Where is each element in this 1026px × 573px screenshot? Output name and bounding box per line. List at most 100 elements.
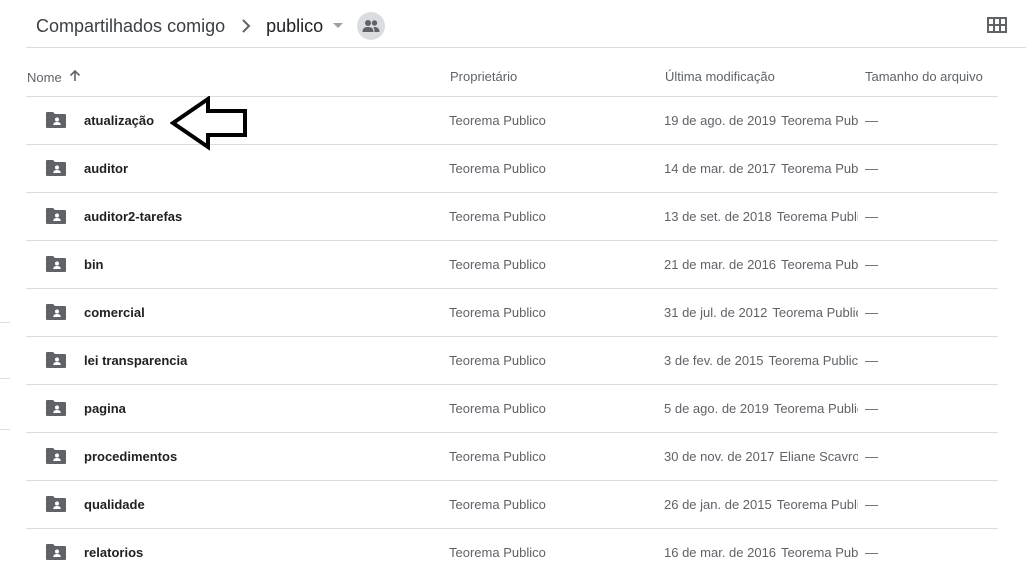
folder-size: — xyxy=(865,449,878,464)
folder-owner: Teorema Publico xyxy=(449,257,546,272)
column-header-size[interactable]: Tamanho do arquivo xyxy=(865,48,983,96)
column-header-modified[interactable]: Última modificação xyxy=(665,48,775,96)
folder-modified: 31 de jul. de 2012 Teorema Publico xyxy=(664,289,858,337)
breadcrumb-parent[interactable]: Compartilhados comigo xyxy=(36,12,225,40)
column-header-name[interactable]: Nome xyxy=(27,48,82,96)
modified-date: 14 de mar. de 2017 xyxy=(664,161,777,176)
shared-folder-icon xyxy=(45,255,67,273)
folder-modified: 21 de mar. de 2016 Teorema Publico xyxy=(664,241,858,289)
table-row[interactable]: auditor2-tarefas Teorema Publico 13 de s… xyxy=(26,193,998,241)
folder-name: auditor xyxy=(84,161,129,176)
modified-date: 31 de jul. de 2012 xyxy=(664,305,768,320)
table-row[interactable]: pagina Teorema Publico 5 de ago. de 2019… xyxy=(26,385,998,433)
folder-size: — xyxy=(865,257,878,272)
folder-name: auditor2-tarefas xyxy=(84,209,183,224)
toolbar: Compartilhados comigo publico xyxy=(26,0,1026,48)
breadcrumb-current[interactable]: publico xyxy=(266,12,323,40)
folder-owner: Teorema Publico xyxy=(449,353,546,368)
drive-page: Compartilhados comigo publico Nome Propr… xyxy=(0,0,1026,573)
shared-folder-icon xyxy=(45,111,67,129)
folder-size: — xyxy=(865,209,878,224)
column-header-name-label: Nome xyxy=(27,69,62,85)
folder-size: — xyxy=(865,305,878,320)
folder-size: — xyxy=(865,161,878,176)
table-row[interactable]: bin Teorema Publico 21 de mar. de 2016 Te… xyxy=(26,241,998,289)
table-row[interactable]: lei transparencia Teorema Publico 3 de f… xyxy=(26,337,998,385)
people-icon[interactable] xyxy=(357,12,386,40)
modified-date: 3 de fev. de 2015 xyxy=(664,353,764,368)
folder-owner: Teorema Publico xyxy=(449,209,546,224)
modified-date: 16 de mar. de 2016 xyxy=(664,545,777,560)
folder-size: — xyxy=(865,401,878,416)
shared-folder-icon xyxy=(45,159,67,177)
folder-name: lei transparencia xyxy=(84,353,188,368)
modified-date: 30 de nov. de 2017 xyxy=(664,449,775,464)
modified-by: Teorema Publico xyxy=(772,305,858,320)
folder-name: pagina xyxy=(84,401,126,416)
shared-folder-icon xyxy=(45,447,67,465)
grid-view-icon[interactable] xyxy=(986,14,1008,36)
shared-folder-icon xyxy=(45,351,67,369)
sidebar-divider xyxy=(0,429,10,430)
file-list: atualização Teorema Publico 19 de ago. d… xyxy=(26,97,998,573)
folder-size: — xyxy=(865,353,878,368)
file-list-header: Nome Proprietário Última modificação Tam… xyxy=(26,48,998,97)
sidebar-edge xyxy=(0,0,26,573)
modified-date: 21 de mar. de 2016 xyxy=(664,257,777,272)
folder-name: relatorios xyxy=(84,545,144,560)
modified-by: Teorema Publico xyxy=(776,209,858,224)
modified-by: Teorema Publico xyxy=(781,257,858,272)
modified-date: 26 de jan. de 2015 xyxy=(664,497,772,512)
folder-modified: 5 de ago. de 2019 Teorema Publico xyxy=(664,385,858,433)
table-row[interactable]: procedimentos Teorema Publico 30 de nov.… xyxy=(26,433,998,481)
folder-modified: 19 de ago. de 2019 Teorema Publico xyxy=(664,97,858,145)
folder-modified: 3 de fev. de 2015 Teorema Publico xyxy=(664,337,858,385)
modified-date: 19 de ago. de 2019 xyxy=(664,113,777,128)
table-row[interactable]: relatorios Teorema Publico 16 de mar. de… xyxy=(26,529,998,573)
chevron-right-icon xyxy=(234,14,258,38)
arrow-left-outline-icon xyxy=(169,95,248,152)
folder-size: — xyxy=(865,497,878,512)
table-row[interactable]: qualidade Teorema Publico 26 de jan. de … xyxy=(26,481,998,529)
modified-by: Teorema Publico xyxy=(781,113,858,128)
sidebar-divider xyxy=(0,322,10,323)
folder-name: procedimentos xyxy=(84,449,178,464)
folder-modified: 16 de mar. de 2016 Teorema Publico xyxy=(664,529,858,573)
folder-owner: Teorema Publico xyxy=(449,401,546,416)
folder-owner: Teorema Publico xyxy=(449,497,546,512)
modified-by: Teorema Publico xyxy=(781,545,858,560)
modified-by: Teorema Publico xyxy=(773,401,858,416)
folder-size: — xyxy=(865,545,878,560)
shared-folder-icon xyxy=(45,207,67,225)
shared-folder-icon xyxy=(45,495,67,513)
arrow-up-icon[interactable] xyxy=(68,69,82,86)
folder-size: — xyxy=(865,113,878,128)
shared-folder-icon xyxy=(45,543,67,561)
sidebar-divider xyxy=(0,378,10,379)
folder-name: bin xyxy=(84,257,104,272)
folder-owner: Teorema Publico xyxy=(449,449,546,464)
folder-name: comercial xyxy=(84,305,145,320)
modified-date: 5 de ago. de 2019 xyxy=(664,401,769,416)
shared-folder-icon xyxy=(45,399,67,417)
folder-owner: Teorema Publico xyxy=(449,161,546,176)
modified-by: Teorema Publico xyxy=(781,161,858,176)
arrow-drop-down-icon[interactable] xyxy=(327,14,349,38)
folder-name: qualidade xyxy=(84,497,145,512)
table-row[interactable]: comercial Teorema Publico 31 de jul. de … xyxy=(26,289,998,337)
folder-modified: 26 de jan. de 2015 Teorema Publico xyxy=(664,481,858,529)
shared-folder-icon xyxy=(45,303,67,321)
column-header-owner[interactable]: Proprietário xyxy=(450,48,517,96)
folder-modified: 14 de mar. de 2017 Teorema Publico xyxy=(664,145,858,193)
table-row[interactable]: auditor Teorema Publico 14 de mar. de 20… xyxy=(26,145,998,193)
folder-owner: Teorema Publico xyxy=(449,113,546,128)
folder-name: atualização xyxy=(84,113,155,128)
folder-modified: 13 de set. de 2018 Teorema Publico xyxy=(664,193,858,241)
modified-date: 13 de set. de 2018 xyxy=(664,209,772,224)
folder-modified: 30 de nov. de 2017 Eliane Scavroni xyxy=(664,433,858,481)
breadcrumb: Compartilhados comigo publico xyxy=(36,12,386,40)
modified-by: Teorema Publico xyxy=(768,353,858,368)
folder-owner: Teorema Publico xyxy=(449,545,546,560)
folder-owner: Teorema Publico xyxy=(449,305,546,320)
modified-by: Teorema Publico xyxy=(776,497,858,512)
